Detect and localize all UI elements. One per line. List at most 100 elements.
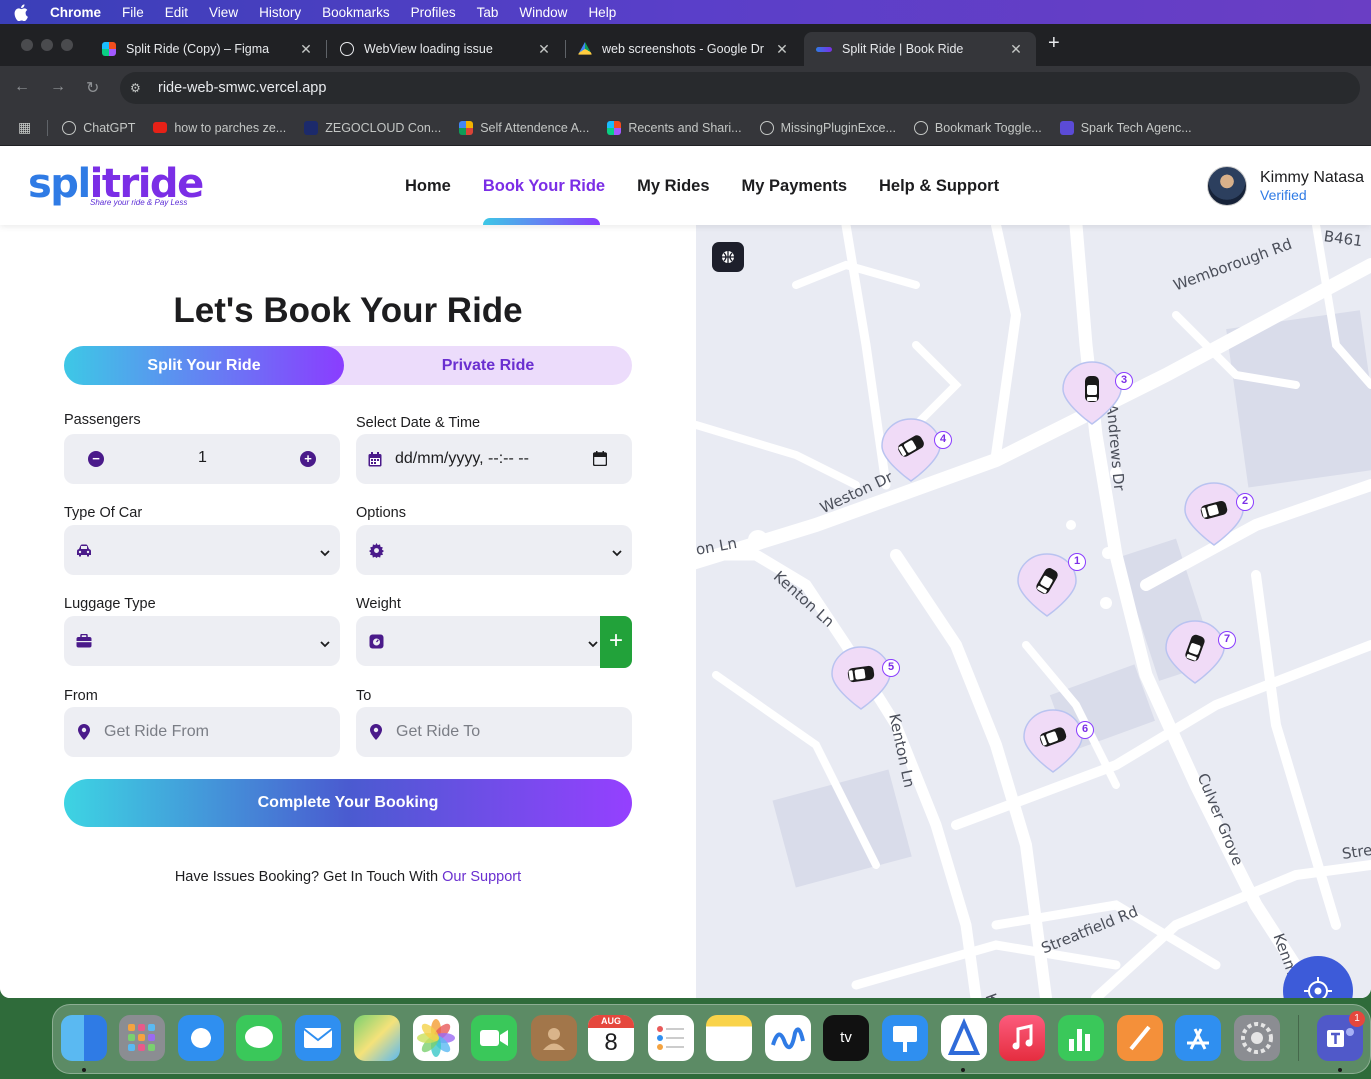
window-zoom-button[interactable] [61, 39, 73, 51]
mail-icon[interactable] [295, 1015, 341, 1061]
to-input[interactable]: Get Ride To [356, 707, 632, 757]
bookmark-item[interactable]: Self Attendence A... [459, 120, 589, 135]
luggage-type-select[interactable] [64, 616, 340, 666]
close-tab-icon[interactable]: ✕ [298, 41, 314, 58]
car-type-label: Type Of Car [64, 505, 143, 521]
ride-marker[interactable]: 3 [1059, 358, 1133, 438]
window-minimize-button[interactable] [41, 39, 53, 51]
ride-marker[interactable]: 5 [828, 643, 900, 723]
map-layers-button[interactable] [712, 242, 744, 272]
nav-my-rides[interactable]: My Rides [637, 177, 709, 196]
nav-home[interactable]: Home [405, 177, 451, 196]
bookmark-item[interactable]: ZEGOCLOUD Con... [304, 120, 441, 135]
browser-tab-figma[interactable]: Split Ride (Copy) – Figma ✕ [90, 32, 326, 66]
finder-icon[interactable] [61, 1015, 107, 1061]
apple-icon[interactable] [14, 3, 30, 21]
bookmark-item[interactable]: Spark Tech Agenc... [1059, 120, 1192, 135]
from-input[interactable]: Get Ride From [64, 707, 340, 757]
system-settings-icon[interactable] [1234, 1015, 1280, 1061]
browser-tab-webview[interactable]: WebView loading issue ✕ [328, 32, 564, 66]
instruments-icon[interactable] [941, 1015, 987, 1061]
menu-tab[interactable]: Tab [477, 5, 499, 20]
menu-window[interactable]: Window [519, 5, 567, 20]
notes-icon[interactable] [706, 1015, 752, 1061]
keynote-icon[interactable] [882, 1015, 928, 1061]
safari-icon[interactable] [178, 1015, 224, 1061]
ride-marker[interactable]: 7 [1162, 617, 1236, 697]
maps-icon[interactable] [354, 1015, 400, 1061]
options-label: Options [356, 505, 406, 521]
calendar-app-icon[interactable]: AUG 8 [588, 1015, 634, 1061]
my-location-button[interactable] [1283, 956, 1353, 998]
app-store-icon[interactable] [1175, 1015, 1221, 1061]
passengers-value: 1 [198, 449, 207, 466]
contacts-icon[interactable] [531, 1015, 577, 1061]
bookmark-item[interactable]: how to parches ze... [153, 121, 286, 135]
ride-marker[interactable]: 4 [878, 415, 952, 495]
bookmark-item[interactable]: Recents and Shari... [607, 120, 742, 135]
music-icon[interactable] [999, 1015, 1045, 1061]
support-link[interactable]: Our Support [442, 869, 521, 885]
avatar[interactable] [1207, 166, 1247, 206]
logo-text-a: spl [28, 161, 91, 207]
tab-title: Split Ride | Book Ride [842, 42, 964, 56]
menu-view[interactable]: View [209, 5, 238, 20]
menu-help[interactable]: Help [588, 5, 616, 20]
menu-file[interactable]: File [122, 5, 144, 20]
bookmark-item[interactable]: MissingPluginExce... [759, 120, 896, 135]
datetime-input[interactable]: dd/mm/yyyy, --:-- -- [356, 434, 632, 484]
close-tab-icon[interactable]: ✕ [774, 41, 790, 58]
address-bar[interactable]: ⚙ ride-web-smwc.vercel.app [120, 72, 1360, 104]
forward-icon[interactable]: → [50, 78, 66, 96]
passengers-label: Passengers [64, 412, 141, 428]
options-select[interactable] [356, 525, 632, 575]
bookmark-item[interactable]: ChatGPT [62, 120, 135, 135]
nav-help-support[interactable]: Help & Support [879, 177, 999, 196]
back-icon[interactable]: ← [14, 78, 30, 96]
app-icon [459, 120, 474, 135]
user-profile[interactable]: Kimmy Natasa Verified [1207, 166, 1364, 206]
close-tab-icon[interactable]: ✕ [1008, 41, 1024, 58]
ride-marker[interactable]: 6 [1020, 706, 1094, 786]
ride-marker[interactable]: 1 [1014, 550, 1086, 630]
splitride-logo[interactable]: splitride Share your ride & Pay Less [28, 161, 204, 207]
chevron-down-icon [588, 635, 598, 653]
reload-icon[interactable]: ↻ [86, 78, 99, 98]
menu-history[interactable]: History [259, 5, 301, 20]
menu-chrome[interactable]: Chrome [50, 5, 101, 20]
nav-book-your-ride[interactable]: Book Your Ride [483, 177, 605, 196]
complete-booking-button[interactable]: Complete Your Booking [64, 779, 632, 827]
decrement-button[interactable]: − [88, 451, 104, 467]
increment-button[interactable]: + [300, 451, 316, 467]
apple-tv-icon[interactable]: tv [823, 1015, 869, 1061]
freeform-icon[interactable] [765, 1015, 811, 1061]
car-type-select[interactable] [64, 525, 340, 575]
nav-my-payments[interactable]: My Payments [742, 177, 847, 196]
menu-bookmarks[interactable]: Bookmarks [322, 5, 390, 20]
messages-icon[interactable] [236, 1015, 282, 1061]
site-settings-icon[interactable]: ⚙ [130, 81, 146, 95]
date-picker-icon[interactable] [592, 451, 608, 471]
facetime-icon[interactable] [471, 1015, 517, 1061]
numbers-icon[interactable] [1058, 1015, 1104, 1061]
add-weight-button[interactable]: + [600, 616, 632, 668]
menu-profiles[interactable]: Profiles [411, 5, 456, 20]
apps-grid-icon[interactable]: ▦ [18, 119, 31, 136]
pages-icon[interactable] [1117, 1015, 1163, 1061]
bookmark-item[interactable]: Bookmark Toggle... [913, 120, 1042, 135]
window-close-button[interactable] [21, 39, 33, 51]
map-view[interactable]: Wemborough Rd B461 St Andrews Dr Weston … [696, 225, 1371, 998]
private-ride-tab[interactable]: Private Ride [344, 346, 632, 385]
weight-select[interactable] [356, 616, 608, 666]
menu-edit[interactable]: Edit [165, 5, 188, 20]
close-tab-icon[interactable]: ✕ [536, 41, 552, 58]
ride-marker[interactable]: 2 [1181, 479, 1254, 559]
photos-icon[interactable] [413, 1015, 459, 1061]
browser-tab-drive[interactable]: web screenshots - Google Dr ✕ [566, 32, 802, 66]
page-title: Let's Book Your Ride [173, 291, 523, 330]
split-ride-tab[interactable]: Split Your Ride [64, 346, 344, 385]
launchpad-icon[interactable] [119, 1015, 165, 1061]
browser-tab-splitride[interactable]: Split Ride | Book Ride ✕ [804, 32, 1036, 66]
new-tab-button[interactable]: + [1048, 32, 1060, 55]
reminders-icon[interactable] [648, 1015, 694, 1061]
